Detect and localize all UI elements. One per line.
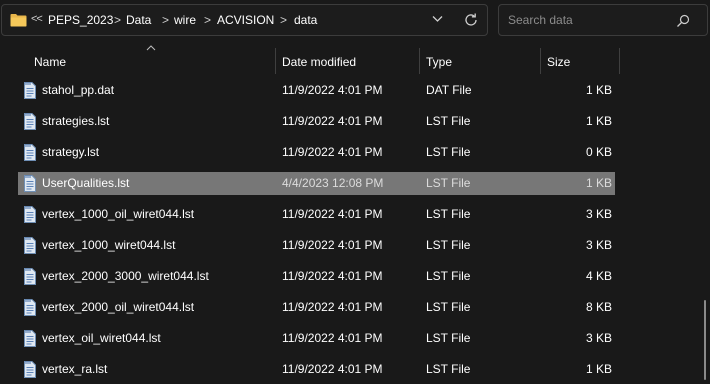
file-size: 1 KB bbox=[585, 176, 612, 190]
file-name: vertex_1000_wiret044.lst bbox=[42, 238, 176, 252]
file-type: LST File bbox=[426, 300, 471, 314]
file-row[interactable]: vertex_ra.lst 11/9/2022 4:01 PM LST File 1 … bbox=[18, 358, 615, 381]
text-file-icon bbox=[23, 237, 37, 254]
breadcrumb-separator[interactable]: > bbox=[162, 13, 169, 27]
file-size: 3 KB bbox=[585, 238, 612, 252]
file-type: LST File bbox=[426, 362, 471, 376]
file-date-modified: 11/9/2022 4:01 PM bbox=[282, 238, 383, 252]
file-row[interactable]: strategies.lst 11/9/2022 4:01 PM LST File 1… bbox=[18, 110, 615, 133]
breadcrumb-acvision[interactable]: ACVISION bbox=[217, 13, 274, 27]
breadcrumb-peps-2023[interactable]: PEPS_2023 bbox=[48, 13, 113, 27]
column-header-size[interactable]: Size bbox=[541, 48, 619, 74]
file-date-modified: 11/9/2022 4:01 PM bbox=[282, 300, 383, 314]
file-row[interactable]: vertex_oil_wiret044.lst 11/9/2022 4:01 PM… bbox=[18, 327, 615, 350]
file-date-modified: 11/9/2022 4:01 PM bbox=[282, 362, 383, 376]
file-date-modified: 11/9/2022 4:01 PM bbox=[282, 269, 383, 283]
text-file-icon bbox=[23, 113, 37, 130]
file-date-modified: 11/9/2022 4:01 PM bbox=[282, 145, 383, 159]
file-date-modified: 11/9/2022 4:01 PM bbox=[282, 207, 383, 221]
breadcrumb-separator[interactable]: > bbox=[204, 13, 211, 27]
file-size: 8 KB bbox=[585, 300, 612, 314]
file-size: 4 KB bbox=[585, 269, 612, 283]
breadcrumb-wire[interactable]: wire bbox=[174, 13, 196, 27]
file-size: 1 KB bbox=[585, 83, 612, 97]
folder-icon bbox=[10, 14, 27, 27]
text-file-icon bbox=[23, 361, 37, 378]
file-date-modified: 11/9/2022 4:01 PM bbox=[282, 114, 383, 128]
file-name: strategy.lst bbox=[42, 145, 100, 159]
file-type: DAT File bbox=[426, 83, 472, 97]
breadcrumb-separator[interactable]: > bbox=[280, 13, 287, 27]
file-type: LST File bbox=[426, 207, 471, 221]
file-size: 3 KB bbox=[585, 331, 612, 345]
file-name: vertex_1000_oil_wiret044.lst bbox=[42, 207, 195, 221]
file-size: 1 KB bbox=[585, 362, 612, 376]
file-size: 0 KB bbox=[585, 145, 612, 159]
vertical-scrollbar[interactable] bbox=[704, 300, 706, 380]
file-type: LST File bbox=[426, 238, 471, 252]
file-name: stahol_pp.dat bbox=[42, 83, 115, 97]
breadcrumb-data-current[interactable]: data bbox=[294, 13, 317, 27]
file-date-modified: 11/9/2022 4:01 PM bbox=[282, 331, 383, 345]
search-input[interactable] bbox=[508, 12, 668, 28]
file-row[interactable]: vertex_1000_wiret044.lst 11/9/2022 4:01 P… bbox=[18, 234, 615, 257]
column-header-size-label: Size bbox=[547, 55, 571, 69]
search-box[interactable] bbox=[498, 4, 708, 36]
file-size: 1 KB bbox=[585, 114, 612, 128]
file-name: vertex_2000_oil_wiret044.lst bbox=[42, 300, 195, 314]
text-file-icon bbox=[23, 175, 37, 192]
file-size: 3 KB bbox=[585, 207, 612, 221]
column-divider[interactable] bbox=[619, 48, 620, 74]
file-type: LST File bbox=[426, 114, 471, 128]
file-date-modified: 4/4/2023 12:08 PM bbox=[282, 176, 384, 190]
file-row[interactable]: stahol_pp.dat 11/9/2022 4:01 PM DAT File 1 … bbox=[18, 79, 615, 102]
text-file-icon bbox=[23, 299, 37, 316]
file-name: vertex_2000_3000_wiret044.lst bbox=[42, 269, 209, 283]
column-header-name-label: Name bbox=[34, 55, 67, 69]
file-type: LST File bbox=[426, 176, 471, 190]
search-icon[interactable] bbox=[676, 14, 690, 28]
text-file-icon bbox=[23, 330, 37, 347]
column-header-name[interactable]: Name bbox=[28, 48, 275, 74]
text-file-icon bbox=[23, 82, 37, 99]
column-header-type-label: Type bbox=[426, 55, 453, 69]
file-type: LST File bbox=[426, 331, 471, 345]
file-name: vertex_ra.lst bbox=[42, 362, 108, 376]
file-name: vertex_oil_wiret044.lst bbox=[42, 331, 161, 345]
file-row[interactable]: vertex_1000_oil_wiret044.lst 11/9/2022 4:… bbox=[18, 203, 615, 226]
breadcrumb-data[interactable]: Data bbox=[126, 13, 151, 27]
text-file-icon bbox=[23, 144, 37, 161]
refresh-icon[interactable] bbox=[463, 12, 479, 28]
address-bar[interactable]: << PEPS_2023 > Data > wire > ACVISION > … bbox=[1, 4, 488, 36]
file-type: LST File bbox=[426, 269, 471, 283]
column-header-type[interactable]: Type bbox=[420, 48, 540, 74]
file-date-modified: 11/9/2022 4:01 PM bbox=[282, 83, 383, 97]
chevron-down-icon[interactable] bbox=[432, 15, 443, 23]
file-row[interactable]: vertex_2000_oil_wiret044.lst 11/9/2022 4:… bbox=[18, 296, 615, 319]
text-file-icon bbox=[23, 268, 37, 285]
text-file-icon bbox=[23, 206, 37, 223]
file-row[interactable]: strategy.lst 11/9/2022 4:01 PM LST File 0 K… bbox=[18, 141, 615, 164]
breadcrumb-separator[interactable]: > bbox=[114, 13, 121, 27]
column-header-date-label: Date modified bbox=[282, 55, 357, 69]
file-row[interactable]: UserQualities.lst 4/4/2023 12:08 PM LST Fi… bbox=[18, 172, 615, 195]
file-name: UserQualities.lst bbox=[42, 176, 130, 190]
file-type: LST File bbox=[426, 145, 471, 159]
column-header-date-modified[interactable]: Date modified bbox=[276, 48, 419, 74]
breadcrumb-overflow-button[interactable]: << bbox=[31, 13, 43, 25]
file-name: strategies.lst bbox=[42, 114, 110, 128]
file-row[interactable]: vertex_2000_3000_wiret044.lst 11/9/2022 4… bbox=[18, 265, 615, 288]
